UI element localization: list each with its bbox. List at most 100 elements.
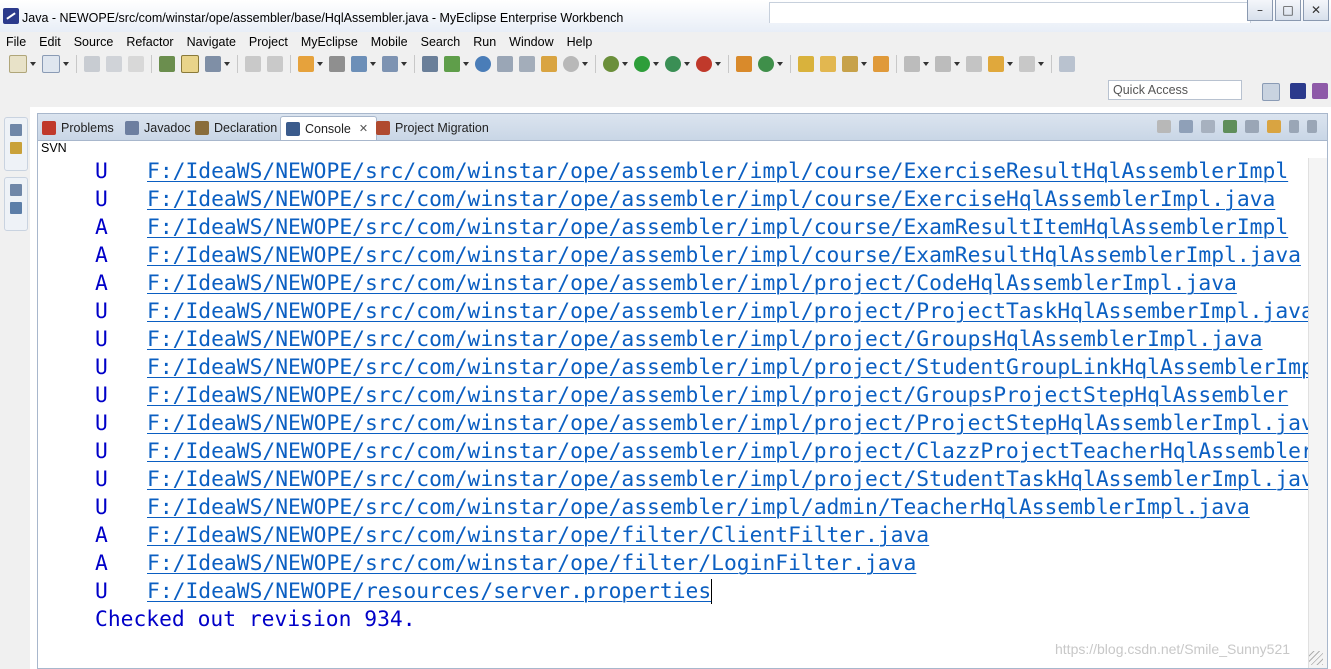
import-icon[interactable] bbox=[444, 56, 460, 72]
pen-icon[interactable] bbox=[842, 56, 858, 72]
minimize-button[interactable]: – bbox=[1247, 0, 1273, 21]
forward-icon[interactable] bbox=[1019, 56, 1035, 72]
pin-console-icon[interactable] bbox=[1223, 120, 1237, 133]
run-icon[interactable] bbox=[634, 56, 650, 72]
new-project-icon[interactable] bbox=[42, 55, 60, 73]
search-icon[interactable] bbox=[382, 56, 398, 72]
myeclipse-perspective-icon[interactable] bbox=[1290, 83, 1306, 99]
file-link[interactable]: F:/IdeaWS/NEWOPE/src/com/winstar/ope/fil… bbox=[147, 523, 929, 548]
file-link[interactable]: F:/IdeaWS/NEWOPE/src/com/winstar/ope/ass… bbox=[147, 215, 1288, 240]
external-tools-dropdown-arrow-icon[interactable] bbox=[715, 56, 722, 72]
file-link[interactable]: F:/IdeaWS/NEWOPE/src/com/winstar/ope/ass… bbox=[147, 439, 1309, 464]
terminate-icon[interactable] bbox=[1157, 120, 1171, 133]
menu-help[interactable]: Help bbox=[561, 35, 600, 49]
menu-search[interactable]: Search bbox=[415, 35, 468, 49]
external-tools-icon[interactable] bbox=[696, 56, 712, 72]
restore-icon[interactable] bbox=[10, 124, 22, 136]
redo-icon[interactable] bbox=[267, 56, 283, 72]
scroll-lock-icon[interactable] bbox=[1201, 120, 1215, 133]
outline-icon[interactable] bbox=[10, 202, 22, 214]
run-last-icon[interactable] bbox=[665, 56, 681, 72]
undo-icon[interactable] bbox=[245, 56, 261, 72]
previous-annotation-dropdown-arrow-icon[interactable] bbox=[954, 56, 961, 72]
file-link[interactable]: F:/IdeaWS/NEWOPE/resources/server.proper… bbox=[147, 579, 713, 604]
tab-project-migration[interactable]: Project Migration bbox=[376, 117, 489, 139]
next-annotation-dropdown-arrow-icon[interactable] bbox=[923, 56, 930, 72]
menu-window[interactable]: Window bbox=[503, 35, 560, 49]
restore-icon[interactable] bbox=[10, 184, 22, 196]
save-icon[interactable] bbox=[84, 56, 100, 72]
resize-grip-icon[interactable] bbox=[1309, 651, 1323, 665]
deploy-icon[interactable] bbox=[351, 56, 367, 72]
menu-refactor[interactable]: Refactor bbox=[120, 35, 180, 49]
console-output[interactable]: U F:/IdeaWS/NEWOPE/src/com/winstar/ope/as… bbox=[39, 158, 1309, 668]
save-all-icon[interactable] bbox=[106, 56, 122, 72]
toggle-mark-occurrences-icon[interactable] bbox=[181, 55, 199, 73]
open-folder-icon[interactable] bbox=[798, 56, 814, 72]
quick-access-input[interactable]: Quick Access bbox=[1108, 80, 1242, 100]
menu-myeclipse[interactable]: MyEclipse bbox=[295, 35, 365, 49]
close-window-button[interactable]: ✕ bbox=[1303, 0, 1329, 21]
menu-edit[interactable]: Edit bbox=[33, 35, 68, 49]
menu-project[interactable]: Project bbox=[243, 35, 295, 49]
pen-dropdown-arrow-icon[interactable] bbox=[861, 56, 868, 72]
new-icon[interactable] bbox=[9, 55, 27, 73]
open-type-dropdown-arrow-icon[interactable] bbox=[317, 56, 324, 72]
open-file-icon[interactable] bbox=[820, 56, 836, 72]
tab-console[interactable]: Console ✕ bbox=[280, 116, 378, 140]
open-type-icon[interactable] bbox=[298, 56, 314, 72]
new-package-icon[interactable] bbox=[758, 56, 774, 72]
image-icon[interactable] bbox=[541, 56, 557, 72]
menu-navigate[interactable]: Navigate bbox=[181, 35, 243, 49]
clear-console-icon[interactable] bbox=[1179, 120, 1193, 133]
new-class-icon[interactable] bbox=[736, 56, 752, 72]
globe-icon[interactable] bbox=[475, 56, 491, 72]
hierarchy-icon[interactable] bbox=[422, 56, 438, 72]
java-perspective-icon[interactable] bbox=[1312, 83, 1328, 99]
file-link[interactable]: F:/IdeaWS/NEWOPE/src/com/winstar/ope/ass… bbox=[147, 159, 1288, 184]
annotate-icon[interactable] bbox=[873, 56, 889, 72]
package-icon[interactable] bbox=[519, 56, 535, 72]
file-link[interactable]: F:/IdeaWS/NEWOPE/src/com/winstar/ope/ass… bbox=[147, 271, 1237, 296]
new-dropdown-arrow-icon[interactable] bbox=[30, 56, 37, 72]
menu-run[interactable]: Run bbox=[467, 35, 503, 49]
forward-dropdown-arrow-icon[interactable] bbox=[1038, 56, 1045, 72]
settings-dropdown-arrow-icon[interactable] bbox=[582, 56, 589, 72]
deploy-dropdown-arrow-icon[interactable] bbox=[370, 56, 377, 72]
file-link[interactable]: F:/IdeaWS/NEWOPE/src/com/winstar/ope/ass… bbox=[147, 355, 1309, 380]
file-link[interactable]: F:/IdeaWS/NEWOPE/src/com/winstar/ope/ass… bbox=[147, 411, 1309, 436]
back-dropdown-arrow-icon[interactable] bbox=[1007, 56, 1014, 72]
print-icon[interactable] bbox=[128, 56, 144, 72]
new-project-dropdown-arrow-icon[interactable] bbox=[63, 56, 70, 72]
server-icon[interactable] bbox=[159, 56, 175, 72]
menu-source[interactable]: Source bbox=[68, 35, 121, 49]
close-tab-icon[interactable]: ✕ bbox=[359, 122, 368, 135]
next-annotation-icon[interactable] bbox=[904, 56, 920, 72]
file-link[interactable]: F:/IdeaWS/NEWOPE/src/com/winstar/ope/ass… bbox=[147, 187, 1275, 212]
package-explorer-icon[interactable] bbox=[10, 142, 22, 154]
minimize-view-icon[interactable] bbox=[1289, 120, 1299, 133]
tools-dropdown-arrow-icon[interactable] bbox=[224, 56, 231, 72]
wrench-icon[interactable] bbox=[205, 56, 221, 72]
maximize-view-icon[interactable] bbox=[1307, 120, 1317, 133]
last-edit-location-icon[interactable] bbox=[966, 56, 982, 72]
lock-icon[interactable] bbox=[329, 56, 345, 72]
maximize-button[interactable]: □ bbox=[1275, 0, 1301, 21]
file-link[interactable]: F:/IdeaWS/NEWOPE/src/com/winstar/ope/ass… bbox=[147, 383, 1288, 408]
debug-dropdown-arrow-icon[interactable] bbox=[622, 56, 629, 72]
vertical-scrollbar[interactable] bbox=[1308, 158, 1327, 668]
file-link[interactable]: F:/IdeaWS/NEWOPE/src/com/winstar/ope/ass… bbox=[147, 495, 1250, 520]
tab-declaration[interactable]: Declaration bbox=[195, 117, 277, 139]
tab-javadoc[interactable]: Javadoc bbox=[125, 117, 191, 139]
search-dropdown-arrow-icon[interactable] bbox=[401, 56, 408, 72]
file-link[interactable]: F:/IdeaWS/NEWOPE/src/com/winstar/ope/ass… bbox=[147, 327, 1263, 352]
back-icon[interactable] bbox=[988, 56, 1004, 72]
run-last-dropdown-arrow-icon[interactable] bbox=[684, 56, 691, 72]
file-link[interactable]: F:/IdeaWS/NEWOPE/src/com/winstar/ope/ass… bbox=[147, 299, 1309, 324]
open-perspective-icon[interactable] bbox=[1262, 83, 1280, 101]
import-dropdown-arrow-icon[interactable] bbox=[463, 56, 470, 72]
run-dropdown-arrow-icon[interactable] bbox=[653, 56, 660, 72]
new-package-dropdown-arrow-icon[interactable] bbox=[777, 56, 784, 72]
menu-file[interactable]: File bbox=[0, 35, 33, 49]
gear-icon[interactable] bbox=[563, 56, 579, 72]
